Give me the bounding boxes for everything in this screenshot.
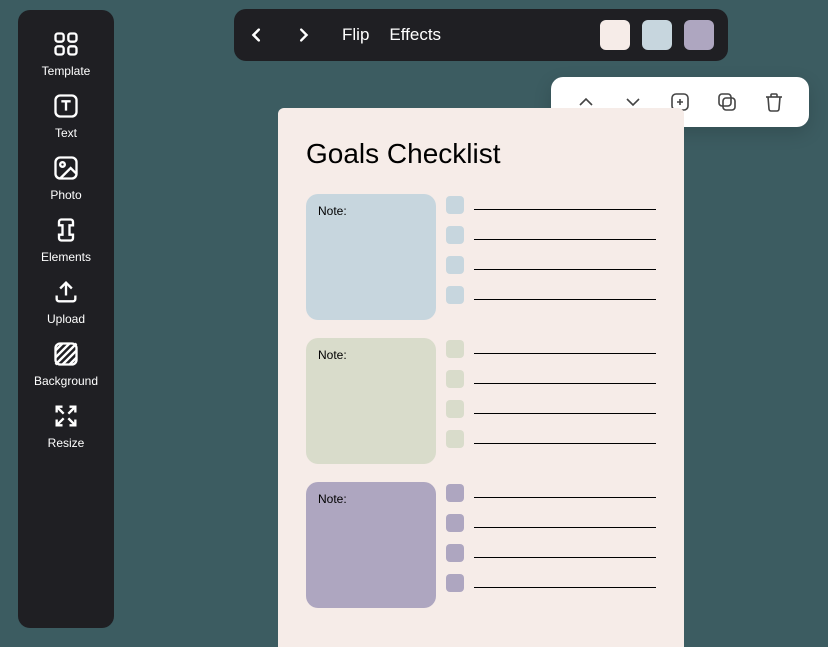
checklist-row[interactable] xyxy=(446,370,656,388)
checkbox[interactable] xyxy=(446,574,464,592)
color-swatch-2[interactable] xyxy=(642,20,672,50)
checkbox[interactable] xyxy=(446,226,464,244)
rule-line xyxy=(474,587,656,588)
duplicate-button[interactable] xyxy=(715,90,739,114)
elements-icon xyxy=(52,216,80,244)
checkbox[interactable] xyxy=(446,544,464,562)
document-title[interactable]: Goals Checklist xyxy=(306,138,656,170)
sidebar-item-background[interactable]: Background xyxy=(18,340,114,388)
rule-line xyxy=(474,269,656,270)
sidebar-item-label: Resize xyxy=(48,436,85,450)
checkbox[interactable] xyxy=(446,340,464,358)
checkbox[interactable] xyxy=(446,484,464,502)
checklist-row[interactable] xyxy=(446,544,656,562)
upload-icon xyxy=(52,278,80,306)
checklist-lines xyxy=(446,482,656,608)
rule-line xyxy=(474,353,656,354)
template-icon xyxy=(52,30,80,58)
undo-button[interactable] xyxy=(248,22,274,48)
checklist-row[interactable] xyxy=(446,574,656,592)
rule-line xyxy=(474,527,656,528)
checkbox[interactable] xyxy=(446,196,464,214)
note-box[interactable]: Note: xyxy=(306,338,436,464)
checkbox[interactable] xyxy=(446,286,464,304)
checklist-row[interactable] xyxy=(446,400,656,418)
rule-line xyxy=(474,209,656,210)
photo-icon xyxy=(52,154,80,182)
flip-button[interactable]: Flip xyxy=(342,25,369,45)
rule-line xyxy=(474,383,656,384)
checklist-row[interactable] xyxy=(446,226,656,244)
delete-button[interactable] xyxy=(762,90,786,114)
sidebar-item-upload[interactable]: Upload xyxy=(18,278,114,326)
note-label: Note: xyxy=(318,348,347,362)
sidebar-item-text[interactable]: Text xyxy=(18,92,114,140)
checkbox[interactable] xyxy=(446,370,464,388)
checkbox[interactable] xyxy=(446,400,464,418)
sidebar-item-template[interactable]: Template xyxy=(18,30,114,78)
sidebar-item-elements[interactable]: Elements xyxy=(18,216,114,264)
checklist-row[interactable] xyxy=(446,514,656,532)
resize-icon xyxy=(52,402,80,430)
checklist-row[interactable] xyxy=(446,286,656,304)
sidebar-item-label: Background xyxy=(34,374,98,388)
sidebar-item-resize[interactable]: Resize xyxy=(18,402,114,450)
rule-line xyxy=(474,557,656,558)
sidebar-item-photo[interactable]: Photo xyxy=(18,154,114,202)
checklist-lines xyxy=(446,338,656,464)
checklist-section: Note: xyxy=(306,194,656,320)
rule-line xyxy=(474,443,656,444)
background-icon xyxy=(52,340,80,368)
note-label: Note: xyxy=(318,492,347,506)
redo-button[interactable] xyxy=(286,22,312,48)
checklist-section: Note: xyxy=(306,482,656,608)
checklist-row[interactable] xyxy=(446,484,656,502)
sidebar-item-label: Photo xyxy=(50,188,81,202)
rule-line xyxy=(474,299,656,300)
sidebar-item-label: Text xyxy=(55,126,77,140)
rule-line xyxy=(474,497,656,498)
checklist-row[interactable] xyxy=(446,430,656,448)
checkbox[interactable] xyxy=(446,514,464,532)
checklist-section: Note: xyxy=(306,338,656,464)
note-label: Note: xyxy=(318,204,347,218)
checklist-row[interactable] xyxy=(446,256,656,274)
sidebar: Template Text Photo Elements Upload Back… xyxy=(18,10,114,628)
rule-line xyxy=(474,413,656,414)
sidebar-item-label: Upload xyxy=(47,312,85,326)
rule-line xyxy=(474,239,656,240)
checklist-row[interactable] xyxy=(446,196,656,214)
color-swatch-1[interactable] xyxy=(600,20,630,50)
checklist-row[interactable] xyxy=(446,340,656,358)
note-box[interactable]: Note: xyxy=(306,482,436,608)
design-canvas[interactable]: Goals Checklist Note: Note: Note: xyxy=(278,108,684,647)
top-toolbar: Flip Effects xyxy=(234,9,728,61)
checkbox[interactable] xyxy=(446,256,464,274)
checkbox[interactable] xyxy=(446,430,464,448)
effects-button[interactable]: Effects xyxy=(389,25,441,45)
text-icon xyxy=(52,92,80,120)
checklist-lines xyxy=(446,194,656,320)
sidebar-item-label: Template xyxy=(42,64,91,78)
note-box[interactable]: Note: xyxy=(306,194,436,320)
color-swatch-3[interactable] xyxy=(684,20,714,50)
sidebar-item-label: Elements xyxy=(41,250,91,264)
